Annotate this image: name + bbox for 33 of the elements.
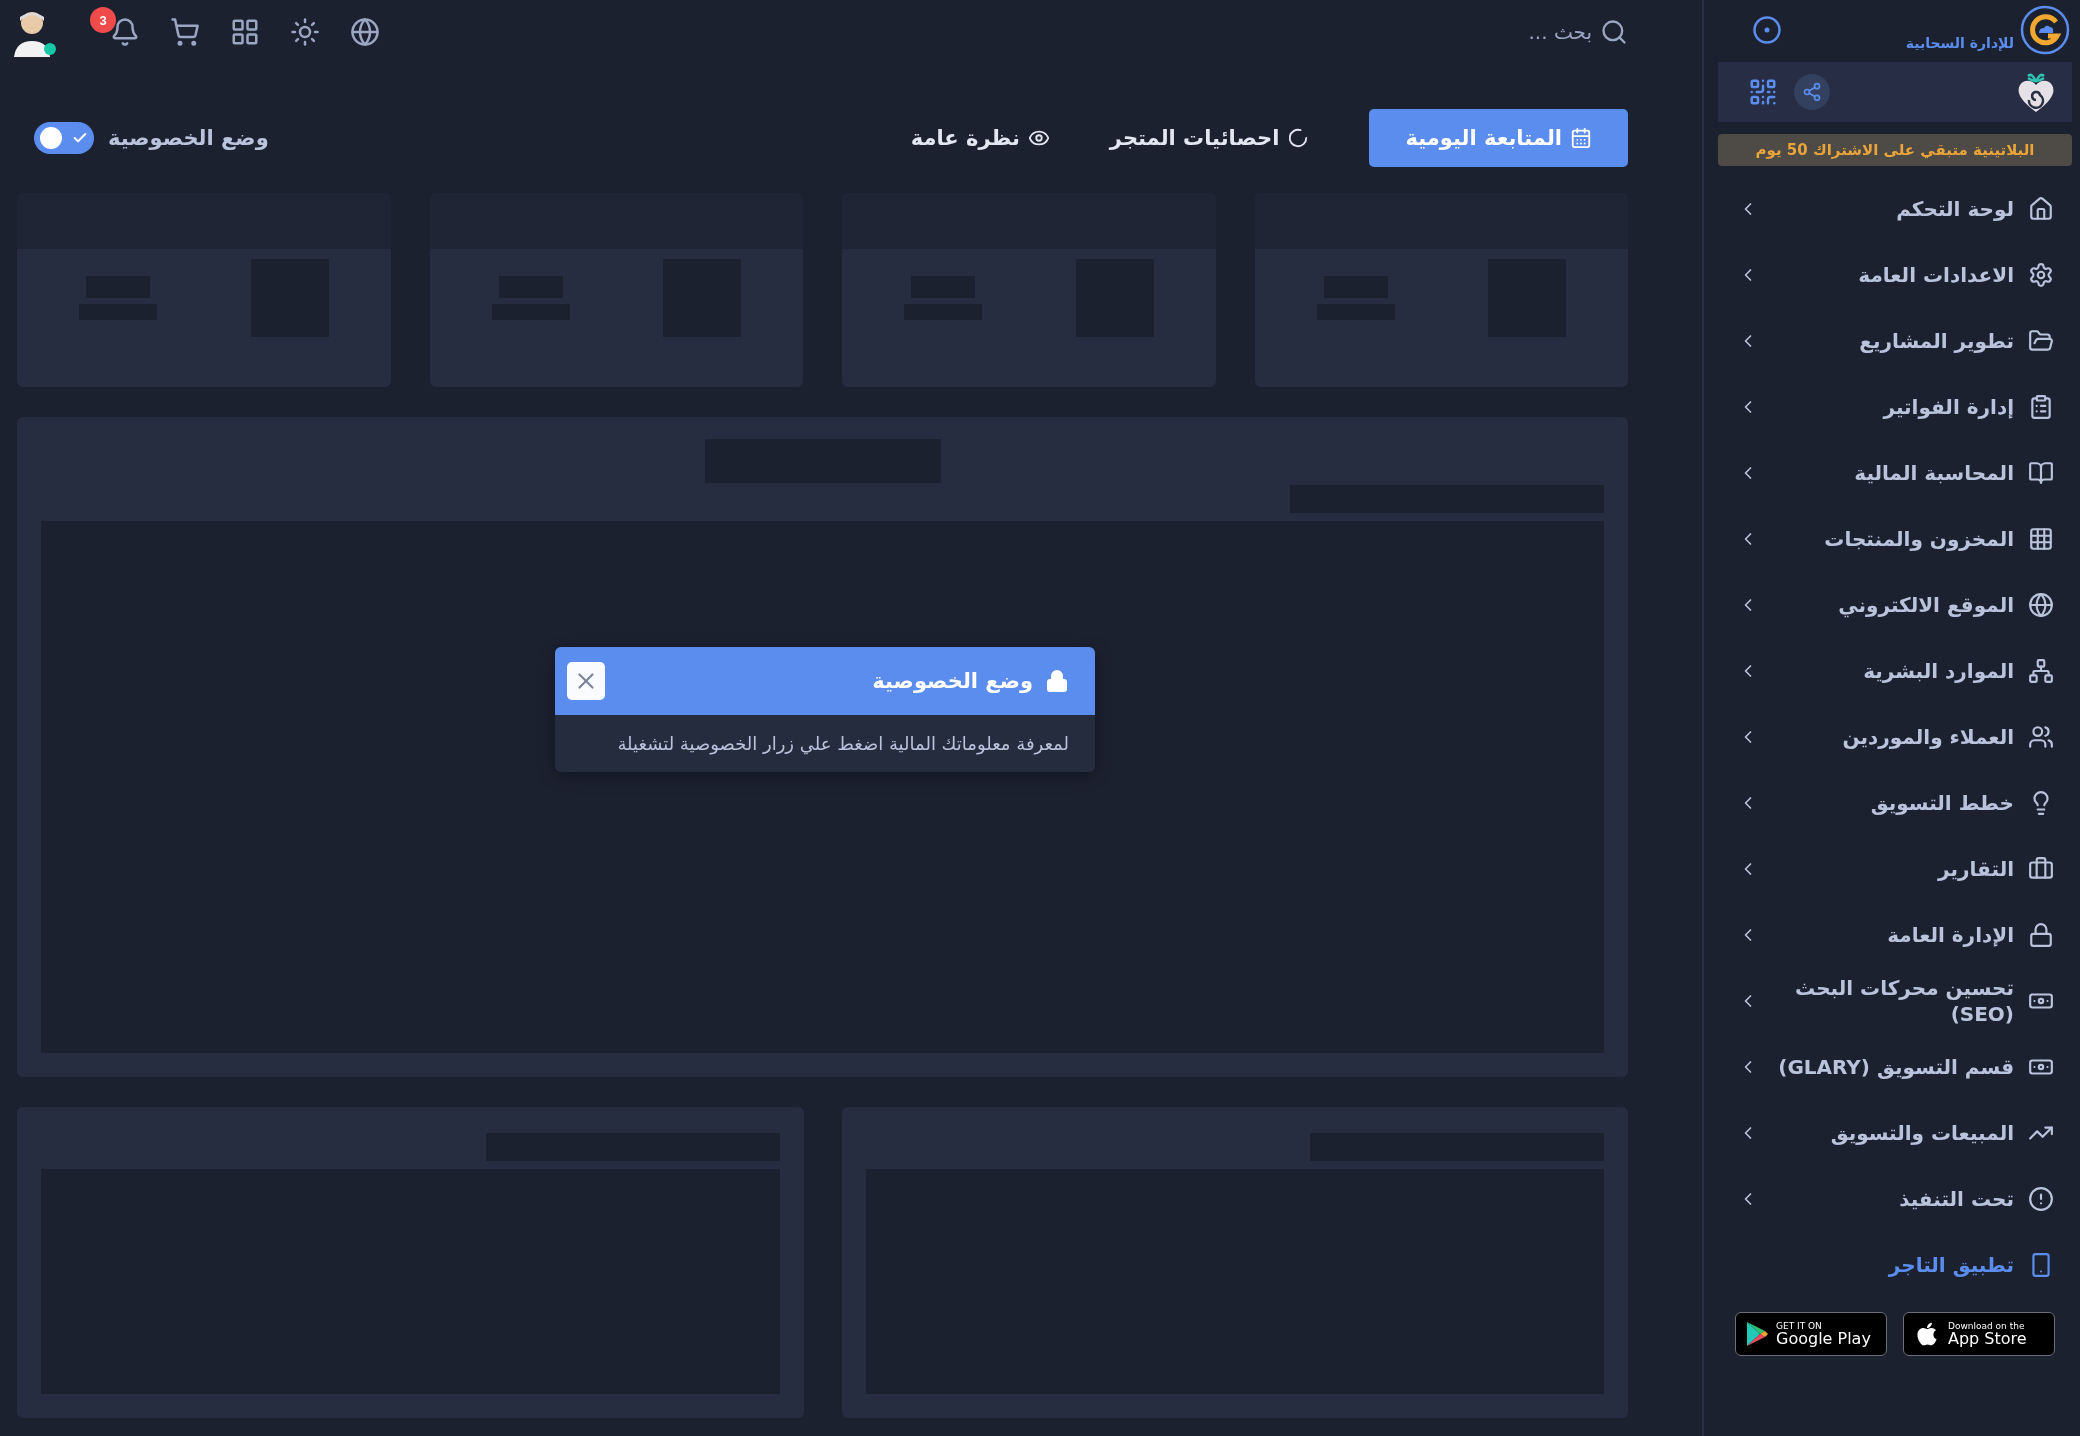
sidebar-item[interactable]: الموارد البشرية <box>1718 638 2072 704</box>
sidebar-item[interactable]: الإدارة العامة <box>1718 902 2072 968</box>
sidebar-item[interactable]: خطط التسويق <box>1718 770 2072 836</box>
privacy-label: وضع الخصوصية <box>108 126 269 150</box>
sidebar-item[interactable]: تحسين محركات البحث (SEO) <box>1718 968 2072 1034</box>
sidebar-item[interactable]: إدارة الفواتير <box>1718 374 2072 440</box>
search-field[interactable]: بحث ... <box>1484 19 1594 45</box>
sidebar-item[interactable]: تطبيق التاجر <box>1718 1232 2072 1298</box>
badge-caption: GET IT ON <box>1776 1321 1823 1331</box>
notifications-button[interactable]: 3 <box>90 7 140 47</box>
sidebar-item[interactable]: الموقع الالكتروني <box>1718 572 2072 638</box>
badge-title: App Store <box>1948 1330 2027 1347</box>
logo-subtitle: للإدارة السحابية <box>1905 35 2014 51</box>
dialog-title: وضع الخصوصية <box>871 669 1033 693</box>
sidebar-item[interactable]: الاعدادات العامة <box>1718 242 2072 308</box>
sidebar-item[interactable]: المحاسبة المالية <box>1718 440 2072 506</box>
sidebar-item[interactable]: تطوير المشاريع <box>1718 308 2072 374</box>
sidebar-item[interactable]: تحت التنفيذ <box>1718 1166 2072 1232</box>
store-badge[interactable]: GET IT ON Google Play <box>1735 1312 1887 1356</box>
store-badge[interactable]: Download on the App Store <box>1903 1312 2055 1356</box>
sidebar-item[interactable]: المخزون والمنتجات <box>1718 506 2072 572</box>
tab[interactable]: احصائيات المتجر <box>1109 109 1310 167</box>
tab[interactable]: نظرة عامة <box>910 109 1050 167</box>
sidebar-item[interactable]: التقارير <box>1718 836 2072 902</box>
badge-caption: Download on the <box>1948 1321 2026 1331</box>
sidebar-item[interactable]: المبيعات والتسويق <box>1718 1100 2072 1166</box>
notification-count: 3 <box>90 7 116 33</box>
subscription-notice: البلاتينية متبقي على الاشتراك 50 يوم <box>1718 134 2072 166</box>
sidebar-item[interactable]: قسم التسويق (GLARY) <box>1718 1034 2072 1100</box>
sidebar-item[interactable]: العملاء والموردين <box>1718 704 2072 770</box>
sidebar-item[interactable]: لوحة التحكم <box>1718 176 2072 242</box>
badge-title: Google Play <box>1776 1330 1871 1347</box>
dialog-message: لمعرفة معلوماتك المالية اضغط علي زرار الخصوصية لتشغيلة <box>616 732 1070 757</box>
